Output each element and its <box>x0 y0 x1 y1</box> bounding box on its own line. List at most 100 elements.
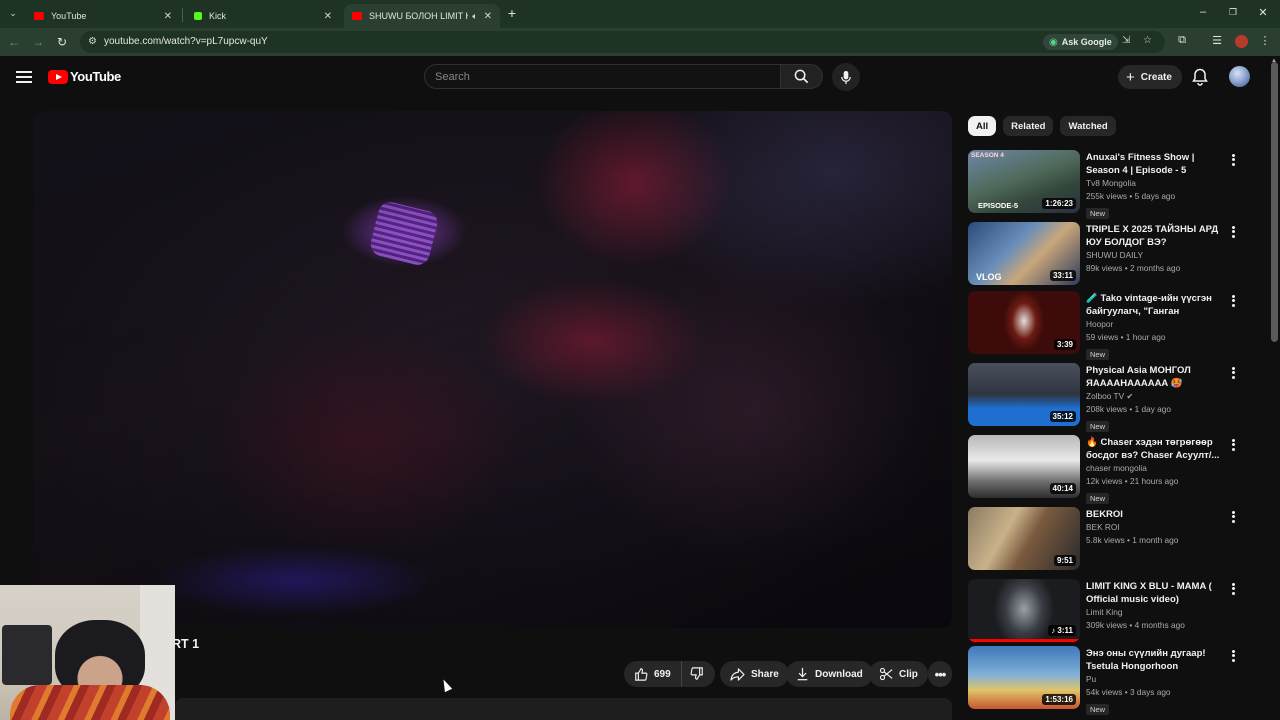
extensions-icon[interactable]: ⧉ <box>1174 34 1190 47</box>
share-button[interactable]: Share <box>720 661 789 687</box>
clip-button[interactable]: Clip <box>869 661 928 687</box>
duration-text: 3:11 <box>1057 626 1073 635</box>
youtube-play-logo-icon <box>48 69 68 84</box>
share-label: Share <box>751 668 779 680</box>
recommended-title[interactable]: Anuxai's Fitness Show | Season 4 | Episo… <box>1086 151 1226 177</box>
search-box[interactable] <box>424 64 781 89</box>
recommended-title[interactable]: LIMIT KING X BLU - MAMA ( Official music… <box>1086 580 1226 606</box>
youtube-favicon-icon <box>352 12 362 20</box>
recommended-video[interactable]: 40:14 🔥 Chaser хэдэн төгрөгөөр босдог вэ… <box>968 435 1243 504</box>
chip-watched[interactable]: Watched <box>1060 116 1116 136</box>
duration-badge: 33:11 <box>1049 270 1076 281</box>
search-button[interactable] <box>781 64 823 89</box>
create-button[interactable]: + Create <box>1118 65 1182 89</box>
url-text[interactable]: youtube.com/watch?v=pL7upcw-quY <box>104 36 268 47</box>
more-vertical-icon[interactable] <box>1228 152 1238 168</box>
more-vertical-icon[interactable] <box>1228 293 1238 309</box>
profile-avatar-icon[interactable] <box>1235 35 1248 48</box>
view-count: 208k views <box>1086 404 1128 414</box>
scissors-icon <box>879 667 893 681</box>
chip-all[interactable]: All <box>968 116 997 136</box>
recommended-title[interactable]: BEKROI <box>1086 508 1226 521</box>
video-thumbnail[interactable]: 9:51 <box>968 507 1080 570</box>
video-thumbnail[interactable]: VLOG 33:11 <box>968 222 1080 285</box>
more-vertical-icon[interactable] <box>1228 648 1238 664</box>
ask-google-button[interactable]: ◉ Ask Google <box>1043 34 1118 50</box>
youtube-logo[interactable]: YouTube <box>48 69 121 84</box>
close-tab-icon[interactable]: ✕ <box>324 11 332 22</box>
channel-name[interactable]: Zolboo TV <box>1086 391 1124 401</box>
dislike-button[interactable] <box>682 661 712 687</box>
video-thumbnail[interactable]: ♪ 3:11 <box>968 579 1080 642</box>
notifications-bell-icon[interactable] <box>1190 67 1210 87</box>
bookmark-star-icon[interactable]: ☆ <box>1143 35 1152 46</box>
video-thumbnail[interactable]: 35:12 <box>968 363 1080 426</box>
more-vertical-icon[interactable] <box>1228 437 1238 453</box>
voice-search-button[interactable] <box>832 63 860 91</box>
recommended-video[interactable]: SEASON 4 EPISODE-5 1:26:23 Anuxai's Fitn… <box>968 150 1243 219</box>
upload-age: 1 month ago <box>1132 535 1179 545</box>
recommended-video[interactable]: VLOG 33:11 TRIPLE X 2025 ТАЙЗНЫ АРД ЮУ Б… <box>968 222 1243 288</box>
like-button[interactable]: 699 <box>624 661 682 687</box>
browser-menu-icon[interactable]: ⋮ <box>1257 34 1273 47</box>
more-vertical-icon[interactable] <box>1228 224 1238 240</box>
chip-related[interactable]: Related <box>1003 116 1054 136</box>
recommended-video[interactable]: 3:39 🧪 Tako vintage-ийн үүсгэн байгуулаг… <box>968 291 1243 360</box>
recommended-title[interactable]: Physical Asia МОНГОЛ ЯААААНАААААА 🥵 <box>1086 364 1226 390</box>
new-badge: New <box>1086 208 1110 219</box>
channel-name[interactable]: BEK ROI <box>1086 521 1226 534</box>
close-tab-icon[interactable]: ✕ <box>164 11 172 22</box>
close-window-icon[interactable]: ✕ <box>1255 6 1271 19</box>
video-thumbnail[interactable]: 1:53:16 <box>968 646 1080 709</box>
channel-name[interactable]: Tv8 Mongolia <box>1086 177 1226 190</box>
minimize-icon[interactable]: – <box>1195 6 1211 18</box>
back-arrow-icon[interactable]: ← <box>6 34 22 50</box>
restore-icon[interactable]: ❐ <box>1225 7 1241 18</box>
video-thumbnail[interactable]: 3:39 <box>968 291 1080 354</box>
site-info-icon[interactable]: ⚙ <box>88 36 97 47</box>
close-tab-icon[interactable]: ✕ <box>484 11 492 22</box>
address-bar[interactable]: ⚙ youtube.com/watch?v=pL7upcw-quY ◉ Ask … <box>80 31 1165 53</box>
recommended-video[interactable]: 1:53:16 Энэ оны сүүлийн дугаар! Tsetula … <box>968 646 1243 715</box>
install-app-icon[interactable]: ⇲ <box>1122 35 1130 46</box>
channel-name[interactable]: Pu <box>1086 673 1226 686</box>
more-vertical-icon[interactable] <box>1228 581 1238 597</box>
upload-age: 4 months ago <box>1134 620 1185 630</box>
channel-name[interactable]: Limit King <box>1086 606 1226 619</box>
recommended-title[interactable]: TRIPLE X 2025 ТАЙЗНЫ АРД ЮУ БОЛДОГ ВЭ? <box>1086 223 1226 249</box>
account-avatar[interactable] <box>1229 66 1250 87</box>
reload-icon[interactable]: ↻ <box>54 34 70 50</box>
description-box[interactable] <box>175 698 952 720</box>
hamburger-menu-icon[interactable] <box>16 69 32 85</box>
channel-name[interactable]: chaser mongolia <box>1086 462 1226 475</box>
recommended-title[interactable]: 🔥 Chaser хэдэн төгрөгөөр босдог вэ? Chas… <box>1086 436 1226 462</box>
recommended-video[interactable]: ♪ 3:11 LIMIT KING X BLU - MAMA ( Officia… <box>968 579 1243 645</box>
recommended-video[interactable]: 9:51 BEKROI BEK ROI 5.8k views • 1 month… <box>968 507 1243 573</box>
more-actions-button[interactable]: ••• <box>928 661 952 687</box>
video-player[interactable] <box>34 111 952 628</box>
view-count: 309k views <box>1086 620 1128 630</box>
page-scrollbar[interactable] <box>1271 62 1278 342</box>
video-thumbnail[interactable]: SEASON 4 EPISODE-5 1:26:23 <box>968 150 1080 213</box>
download-button[interactable]: Download <box>786 661 873 687</box>
tab-active-video[interactable]: SHUWU БОЛОН LIMIT KING 🔈︎ ✕ <box>344 4 500 28</box>
recommended-title[interactable]: Энэ оны сүүлийн дугаар! Tsetula Hongorho… <box>1086 647 1226 673</box>
tab-search-icon[interactable]: ⌄ <box>4 4 22 22</box>
forward-arrow-icon[interactable]: → <box>30 34 46 50</box>
video-thumbnail[interactable]: 40:14 <box>968 435 1080 498</box>
channel-name[interactable]: SHUWU DAILY <box>1086 249 1226 262</box>
more-vertical-icon[interactable] <box>1228 509 1238 525</box>
more-vertical-icon[interactable] <box>1228 365 1238 381</box>
channel-name[interactable]: Hoopor <box>1086 318 1226 331</box>
tab-youtube[interactable]: YouTube ✕ <box>26 4 180 28</box>
tab-kick[interactable]: Kick ✕ <box>186 4 340 28</box>
speaker-icon[interactable]: 🔈︎ <box>472 11 477 22</box>
reading-list-icon[interactable]: ☰ <box>1209 34 1225 47</box>
recommended-title[interactable]: 🧪 Tako vintage-ийн үүсгэн байгуулагч, "Г… <box>1086 292 1226 318</box>
search-input[interactable] <box>425 65 780 88</box>
microphone-icon <box>841 70 851 84</box>
new-tab-button[interactable]: + <box>504 5 520 21</box>
recommended-video[interactable]: 35:12 Physical Asia МОНГОЛ ЯААААНАААААА … <box>968 363 1243 432</box>
webcam-overlay <box>0 585 175 720</box>
like-dislike-group: 699 <box>624 661 715 687</box>
